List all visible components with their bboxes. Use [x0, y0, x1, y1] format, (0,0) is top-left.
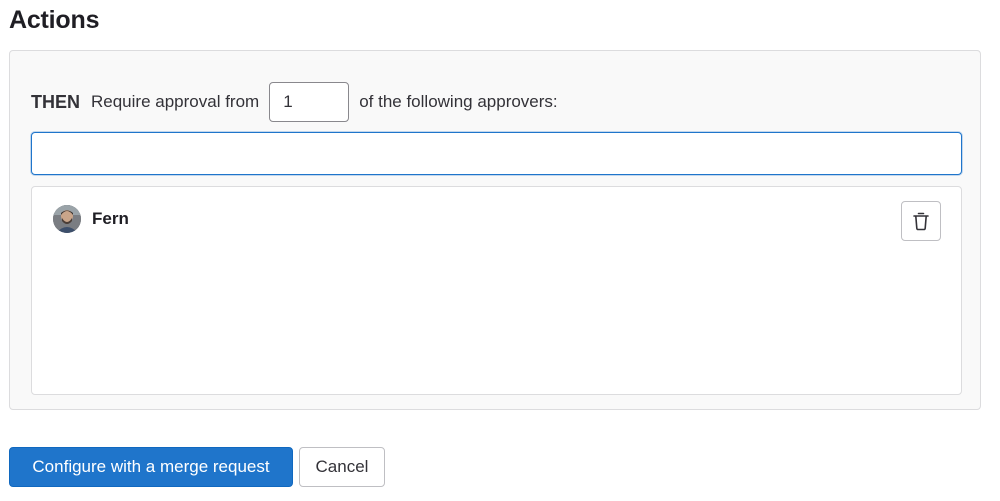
then-label: THEN — [31, 91, 80, 112]
remove-approver-button[interactable] — [901, 201, 941, 241]
approver-item: Fern — [32, 187, 961, 253]
rule-suffix-text: of the following approvers: — [359, 92, 558, 111]
approvals-required-input[interactable] — [269, 82, 350, 122]
trash-icon — [913, 212, 929, 231]
actions-panel: THEN Require approval from of the follow… — [9, 50, 981, 410]
form-actions: Configure with a merge request Cancel — [9, 447, 385, 487]
approver-search-input[interactable] — [31, 132, 962, 175]
approver-name: Fern — [92, 209, 129, 228]
user-avatar — [53, 205, 81, 233]
section-title: Actions — [9, 6, 100, 34]
approver-list: Fern — [31, 186, 962, 395]
user-avatar-icon — [53, 205, 81, 233]
cancel-button[interactable]: Cancel — [299, 447, 385, 487]
approval-rule-row: THEN Require approval from of the follow… — [31, 82, 558, 122]
configure-merge-request-button[interactable]: Configure with a merge request — [9, 447, 293, 487]
rule-prefix-text: Require approval from — [91, 92, 260, 111]
